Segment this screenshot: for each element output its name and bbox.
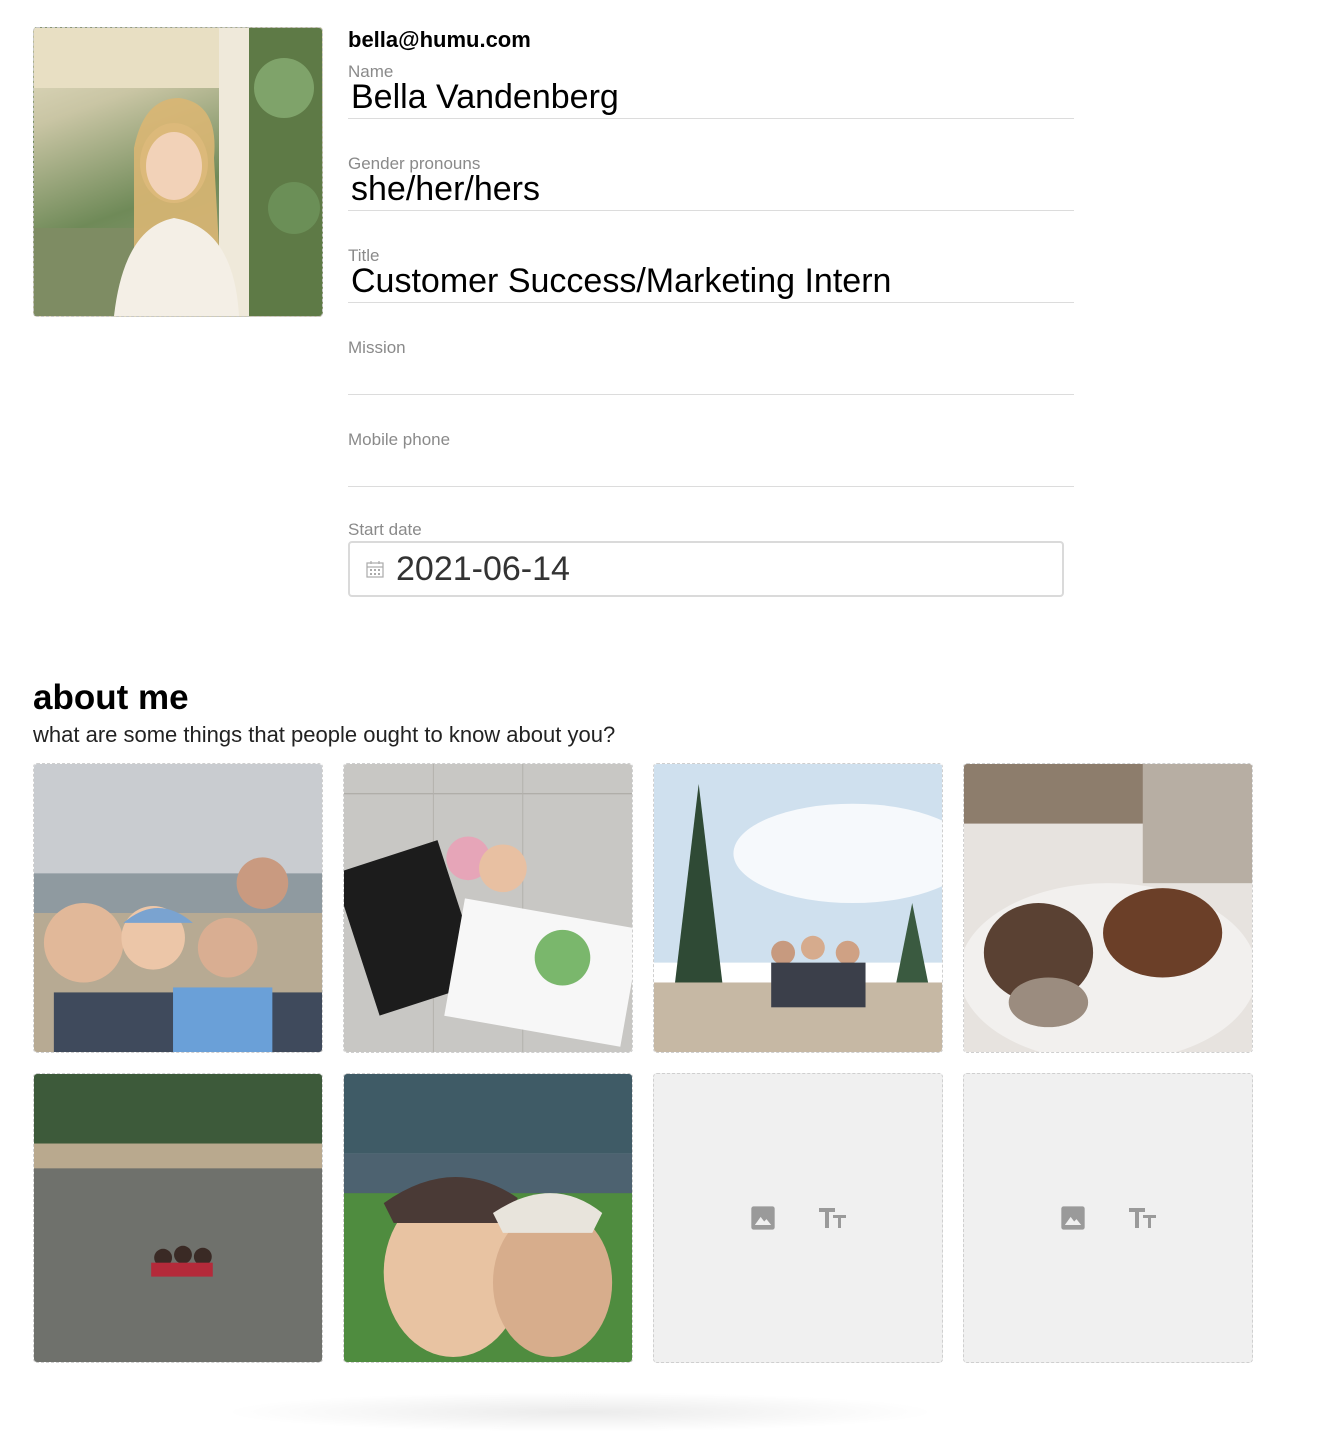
start-date-input[interactable]: 2021-06-14 bbox=[348, 541, 1064, 597]
image-icon[interactable] bbox=[748, 1203, 778, 1233]
pronouns-field: Gender pronouns bbox=[348, 154, 1077, 211]
profile-form: bella@humu.com Name Gender pronouns Titl… bbox=[348, 27, 1077, 612]
mountain-hike-photo bbox=[654, 764, 942, 1052]
title-input[interactable] bbox=[348, 260, 1077, 302]
phone-input[interactable] bbox=[348, 444, 1077, 486]
name-field: Name bbox=[348, 62, 1077, 119]
profile-photo-image bbox=[34, 28, 322, 316]
bottom-shadow bbox=[220, 1392, 940, 1432]
text-icon[interactable] bbox=[1128, 1203, 1158, 1233]
about-tile-6[interactable] bbox=[343, 1073, 633, 1363]
about-tile-1[interactable] bbox=[33, 763, 323, 1053]
lake-swim-photo bbox=[34, 1074, 322, 1362]
about-tile-empty-2[interactable] bbox=[963, 1073, 1253, 1363]
about-tile-empty-1[interactable] bbox=[653, 1073, 943, 1363]
about-me-subtitle: what are some things that people ought t… bbox=[33, 722, 616, 747]
email-address: bella@humu.com bbox=[348, 27, 531, 52]
profile-photo[interactable] bbox=[33, 27, 323, 317]
about-tile-4[interactable] bbox=[963, 763, 1253, 1053]
beach-group-photo bbox=[34, 764, 322, 1052]
image-icon[interactable] bbox=[1058, 1203, 1088, 1233]
mission-input[interactable] bbox=[348, 352, 1077, 394]
phone-field: Mobile phone bbox=[348, 430, 1077, 487]
city-hall-rally-photo bbox=[344, 764, 632, 1052]
mission-field: Mission bbox=[348, 338, 1077, 395]
about-tile-3[interactable] bbox=[653, 763, 943, 1053]
about-me-grid bbox=[33, 763, 1253, 1363]
about-tile-2[interactable] bbox=[343, 763, 633, 1053]
about-me-heading: about me bbox=[33, 678, 189, 717]
ballpark-selfie-photo bbox=[344, 1074, 632, 1362]
calendar-icon bbox=[366, 561, 384, 578]
start-date-value: 2021-06-14 bbox=[396, 549, 570, 588]
about-tile-5[interactable] bbox=[33, 1073, 323, 1363]
text-icon[interactable] bbox=[818, 1203, 848, 1233]
pronouns-input[interactable] bbox=[348, 168, 1077, 210]
title-field: Title bbox=[348, 246, 1077, 303]
dogs-on-bed-photo bbox=[964, 764, 1252, 1052]
start-date-label: Start date bbox=[348, 520, 422, 539]
name-input[interactable] bbox=[348, 76, 1077, 118]
start-date-field: Start date 2021-06-14 bbox=[348, 520, 1074, 612]
